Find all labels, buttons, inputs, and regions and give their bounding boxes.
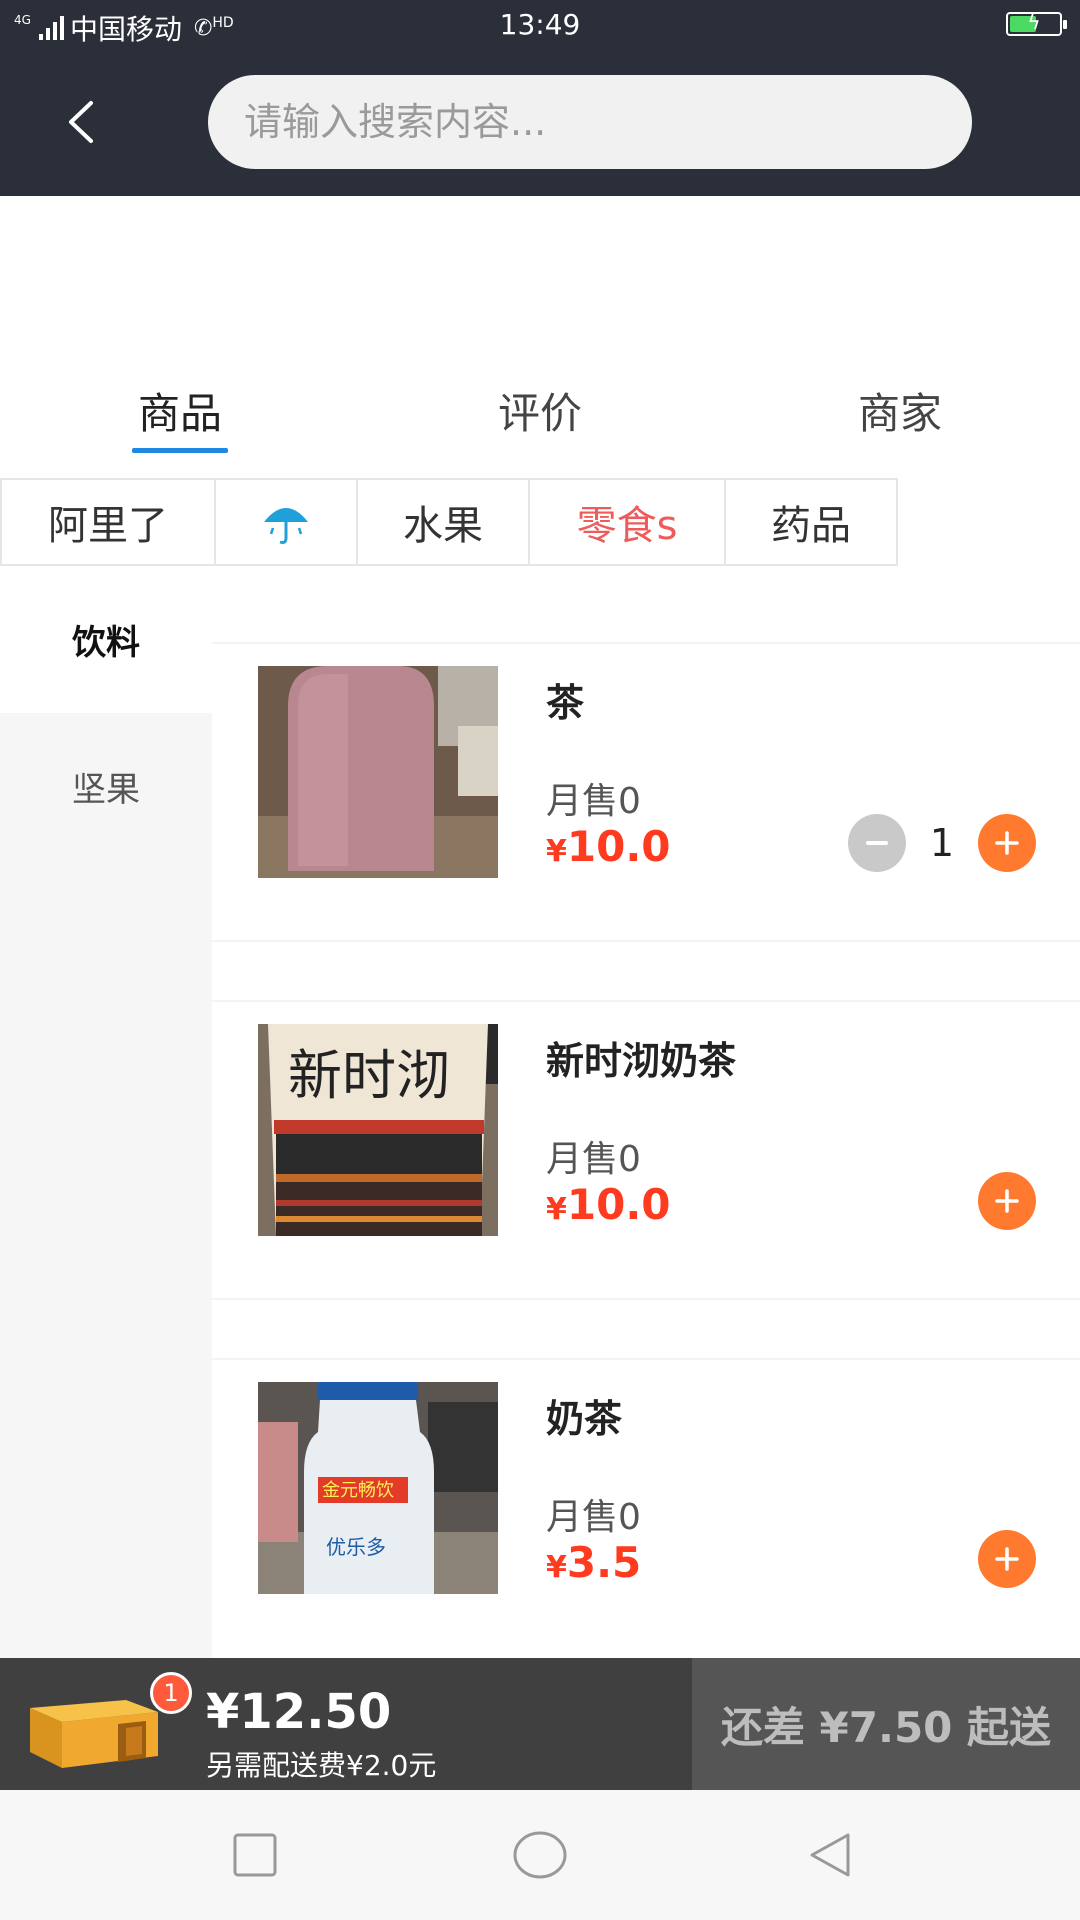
product-price: ¥3.5 bbox=[546, 1538, 641, 1587]
umbrella-icon bbox=[264, 508, 308, 544]
back-chevron-icon bbox=[69, 101, 93, 143]
product-image[interactable]: 金元畅饮 优乐多 bbox=[258, 1382, 498, 1594]
cart-count-badge: 1 bbox=[150, 1672, 192, 1714]
chip-umbrella[interactable] bbox=[214, 478, 358, 566]
row-divider bbox=[212, 1298, 1080, 1300]
category-sidebar: 饮料 坚果 bbox=[0, 566, 212, 1658]
main-tabs: 商品 评价 商家 bbox=[0, 380, 1080, 460]
clock: 13:49 bbox=[499, 8, 581, 41]
row-divider bbox=[212, 940, 1080, 942]
product-item: 新时沏 新时沏奶茶 月售0 ¥10.0 bbox=[212, 1000, 1080, 1300]
square-recent-apps-icon bbox=[233, 1833, 277, 1877]
product-list: 茶 月售0 ¥10.0 1 新时沏 新时沏奶茶 月售0 ¥10.0 金元畅饮 优… bbox=[212, 566, 1080, 1658]
yogurt-drink-bottle-photo: 金元畅饮 优乐多 bbox=[258, 1382, 498, 1594]
system-back-button[interactable] bbox=[795, 1820, 865, 1890]
active-tab-indicator bbox=[132, 448, 228, 453]
quantity-stepper bbox=[978, 1530, 1036, 1588]
price-value: 10.0 bbox=[566, 822, 671, 871]
tab-merchant[interactable]: 商家 bbox=[800, 380, 1000, 441]
tab-products[interactable]: 商品 bbox=[80, 380, 280, 441]
product-name: 新时沏奶茶 bbox=[546, 1039, 737, 1083]
product-price: ¥10.0 bbox=[546, 1180, 671, 1229]
svg-text:金元畅饮: 金元畅饮 bbox=[322, 1480, 394, 1501]
add-to-cart-button[interactable] bbox=[978, 814, 1036, 872]
currency-symbol: ¥ bbox=[546, 834, 567, 869]
svg-text:新时沏: 新时沏 bbox=[288, 1046, 450, 1106]
circle-home-icon bbox=[513, 1831, 567, 1879]
product-image[interactable] bbox=[258, 666, 498, 878]
top-app-bar: 4G 中国移动 ✆HD 13:49 ϟ bbox=[0, 0, 1080, 196]
chip-snacks[interactable]: 零食s bbox=[528, 478, 726, 566]
delivery-fee-note: 另需配送费¥2.0元 bbox=[206, 1749, 437, 1782]
add-to-cart-button[interactable] bbox=[978, 1172, 1036, 1230]
battery-icon: ϟ bbox=[1006, 10, 1067, 36]
quantity-stepper: 1 bbox=[848, 814, 1036, 872]
sidebar-item-nuts[interactable]: 坚果 bbox=[0, 713, 212, 860]
system-nav-bar bbox=[0, 1790, 1080, 1920]
cart-total-price: ¥12.50 bbox=[206, 1684, 392, 1740]
tab-reviews[interactable]: 评价 bbox=[440, 380, 640, 441]
quantity-stepper bbox=[978, 1172, 1036, 1230]
product-item: 茶 月售0 ¥10.0 1 bbox=[212, 642, 1080, 942]
charging-bolt-icon: ϟ bbox=[1027, 10, 1041, 34]
currency-symbol: ¥ bbox=[546, 1550, 567, 1585]
search-input[interactable] bbox=[242, 99, 972, 145]
product-item: 金元畅饮 优乐多 奶茶 月售0 ¥3.5 bbox=[212, 1358, 1080, 1658]
minus-icon bbox=[866, 841, 888, 845]
decrease-quantity-button[interactable] bbox=[848, 814, 906, 872]
price-value: 3.5 bbox=[566, 1538, 642, 1587]
svg-text:优乐多: 优乐多 bbox=[326, 1535, 386, 1559]
price-value: 10.0 bbox=[566, 1180, 671, 1229]
search-bar[interactable] bbox=[208, 75, 972, 169]
plus-icon bbox=[995, 1547, 1019, 1571]
milk-tea-cup-photo: 新时沏 bbox=[258, 1024, 498, 1236]
product-name: 茶 bbox=[546, 681, 585, 725]
pink-bottle-photo bbox=[258, 666, 498, 878]
product-name: 奶茶 bbox=[546, 1397, 623, 1441]
product-monthly-sales: 月售0 bbox=[546, 781, 641, 822]
chip-fruit[interactable]: 水果 bbox=[356, 478, 530, 566]
back-button[interactable] bbox=[50, 92, 110, 152]
cart-bar: 1 ¥12.50 另需配送费¥2.0元 还差 ¥7.50 起送 bbox=[0, 1658, 1080, 1790]
plus-icon bbox=[995, 831, 1019, 855]
home-button[interactable] bbox=[505, 1820, 575, 1890]
product-monthly-sales: 月售0 bbox=[546, 1497, 641, 1538]
product-price: ¥10.0 bbox=[546, 822, 671, 871]
recent-apps-button[interactable] bbox=[220, 1820, 290, 1890]
currency-symbol: ¥ bbox=[546, 1192, 567, 1227]
status-bar: 4G 中国移动 ✆HD 13:49 ϟ bbox=[0, 0, 1080, 50]
sidebar-item-drinks[interactable]: 饮料 bbox=[0, 566, 212, 713]
category-chip-row: 阿里了 水果 零食s 药品 bbox=[0, 478, 898, 566]
min-order-status-button[interactable]: 还差 ¥7.50 起送 bbox=[692, 1658, 1080, 1790]
product-monthly-sales: 月售0 bbox=[546, 1139, 641, 1180]
plus-icon bbox=[995, 1189, 1019, 1213]
cart-button[interactable] bbox=[26, 1678, 164, 1772]
chip-alile[interactable]: 阿里了 bbox=[0, 478, 216, 566]
chip-medicine[interactable]: 药品 bbox=[724, 478, 898, 566]
quantity-value: 1 bbox=[929, 821, 955, 865]
product-image[interactable]: 新时沏 bbox=[258, 1024, 498, 1236]
triangle-back-icon bbox=[810, 1833, 850, 1877]
cart-box-icon bbox=[30, 1700, 158, 1768]
add-to-cart-button[interactable] bbox=[978, 1530, 1036, 1588]
